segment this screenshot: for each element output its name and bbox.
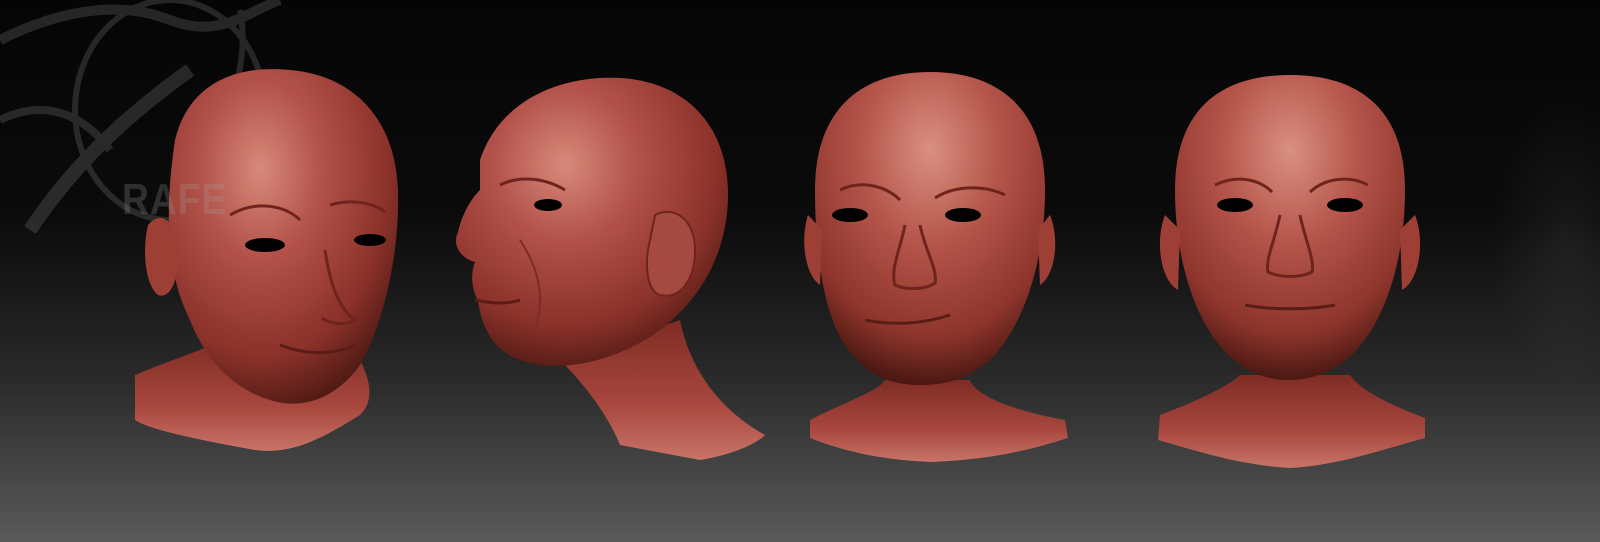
head-three-quarter-view bbox=[135, 69, 399, 451]
head-front-smirk-view bbox=[804, 72, 1068, 462]
right-edge-smudge bbox=[1490, 90, 1600, 390]
head-front-view bbox=[1158, 75, 1425, 468]
sculpt-render bbox=[0, 0, 1425, 468]
watermark-text: RAFE bbox=[122, 175, 228, 224]
head-profile-view bbox=[455, 77, 765, 460]
render-viewport: RAFE bbox=[0, 0, 1600, 542]
